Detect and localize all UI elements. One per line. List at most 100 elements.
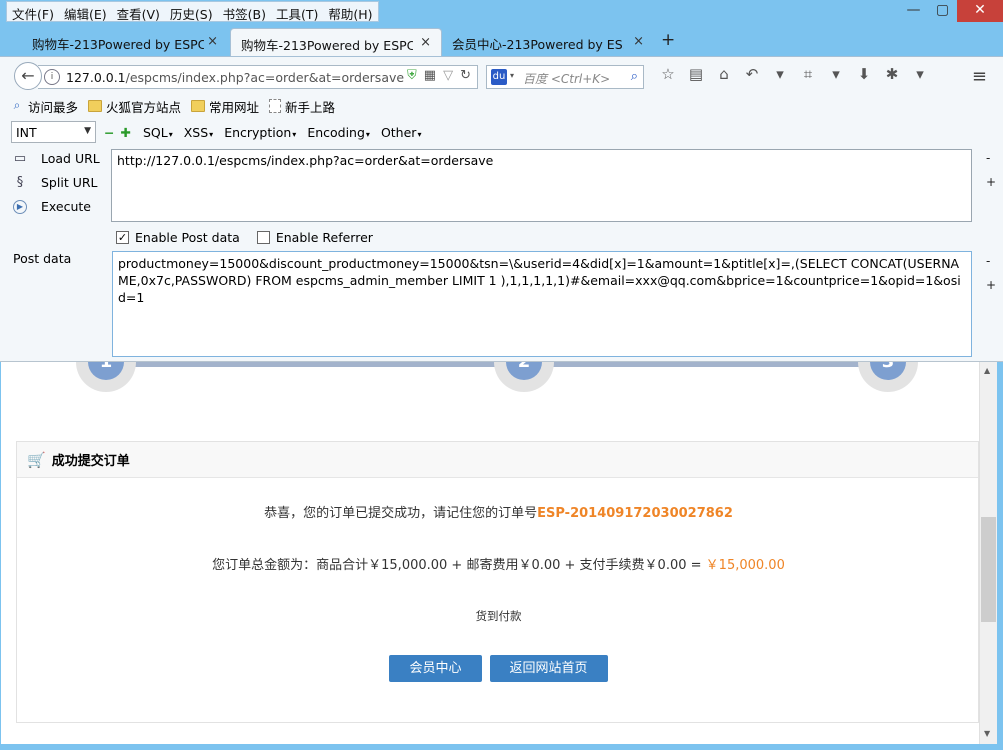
xss-menu[interactable]: XSS <box>184 125 213 140</box>
post-data-label: Post data <box>13 251 72 266</box>
chevron-down-icon[interactable]: ▾ <box>510 71 514 80</box>
enable-post-label: Enable Post data <box>135 230 240 245</box>
url-bar[interactable]: i 127.0.0.1/espcms/index.php?ac=order&at… <box>38 65 478 89</box>
success-message: 恭喜，您的订单已提交成功，请记住您的订单号ESP-201409172030027… <box>17 502 979 521</box>
page-scrollbar[interactable]: ▲ ▼ <box>979 362 997 744</box>
bookmark-most-visited[interactable]: ⌕ 访问最多 <box>10 94 78 118</box>
total-breakdown: 您订单总金额为：商品合计￥15,000.00 + 邮寄费用￥0.00 + 支付手… <box>212 558 706 573</box>
back-button[interactable]: ← <box>14 62 42 90</box>
order-total-line: 您订单总金额为：商品合计￥15,000.00 + 邮寄费用￥0.00 + 支付手… <box>17 554 979 573</box>
new-tab-button[interactable]: + <box>661 30 675 50</box>
page-content: 1 2 3 🛒 成功提交订单 恭喜，您的订单已提交成功，请记住您的订单号ESP-… <box>1 362 979 744</box>
search-engine-icon[interactable]: du <box>491 69 507 85</box>
reading-list-icon[interactable]: ▤ <box>682 65 710 83</box>
bookmark-firefox-site[interactable]: 火狐官方站点 <box>88 94 181 118</box>
tab-cart-1[interactable]: 购物车-213Powered by ESPC... × <box>10 28 228 56</box>
undo-icon[interactable]: ↶ <box>738 65 766 83</box>
checkbox-unchecked <box>256 231 270 244</box>
restore-button[interactable]: ▢ <box>928 0 957 22</box>
menu-help[interactable]: 帮助(H) <box>323 2 377 22</box>
site-info-icon[interactable]: i <box>44 69 60 85</box>
menu-strip: 文件(F) 编辑(E) 查看(V) 历史(S) 书签(B) 工具(T) 帮助(H… <box>6 1 379 22</box>
post-shrink-button[interactable]: - <box>986 254 990 268</box>
hackbar-toolbar: − ✚ SQL XSS Encryption Encoding Other <box>104 125 432 140</box>
search-input[interactable]: 百度 <Ctrl+K> <box>523 70 610 87</box>
chevron-down-icon[interactable]: ▾ <box>906 65 934 83</box>
tab-close-icon[interactable]: × <box>420 35 431 50</box>
search-bar[interactable]: du ▾ 百度 <Ctrl+K> ⌕ <box>486 65 644 89</box>
tab-cart-2-active[interactable]: 购物车-213Powered by ESPC... × <box>230 28 442 56</box>
chevron-down-icon[interactable]: ▾ <box>822 65 850 83</box>
qr-code-icon[interactable]: ▦ <box>424 68 436 83</box>
step-1: 1 <box>76 362 136 392</box>
url-expand-button[interactable]: + <box>986 175 996 189</box>
menu-icon[interactable]: ≡ <box>972 66 987 87</box>
folder-icon <box>191 100 206 112</box>
encryption-menu[interactable]: Encryption <box>224 125 296 140</box>
window-controls: — ▢ ✕ <box>899 0 1003 22</box>
menu-view[interactable]: 查看(V) <box>112 2 165 22</box>
decrease-icon[interactable]: − <box>104 125 114 140</box>
load-url-icon: ▭ <box>13 151 27 166</box>
bookmark-common-sites[interactable]: 常用网址 <box>191 94 259 118</box>
url-host: 127.0.0.1 <box>66 70 126 85</box>
chevron-down-icon[interactable]: ▾ <box>766 65 794 83</box>
menu-edit[interactable]: 编辑(E) <box>59 2 112 22</box>
bookmark-getting-started[interactable]: 新手上路 <box>269 94 335 118</box>
post-expand-button[interactable]: + <box>986 278 996 292</box>
bookmark-star-icon[interactable]: ☆ <box>654 65 682 83</box>
reload-icon[interactable]: ↻ <box>460 68 471 83</box>
tab-title: 购物车-213Powered by ESPC... <box>32 37 204 52</box>
navigation-bar: i 127.0.0.1/espcms/index.php?ac=order&at… <box>0 56 1003 94</box>
chevron-down-icon: ▼ <box>84 126 91 136</box>
dropdown-icon[interactable]: ▽ <box>443 68 453 83</box>
menu-history[interactable]: 历史(S) <box>165 2 218 22</box>
home-icon[interactable]: ⌂ <box>710 65 738 83</box>
type-select[interactable]: INT ▼ <box>11 121 96 143</box>
bookmarks-bar: ⌕ 访问最多 火狐官方站点 常用网址 新手上路 <box>0 94 1003 118</box>
load-url-label: Load URL <box>41 151 100 166</box>
enable-post-checkbox[interactable]: ✓ Enable Post data <box>116 230 240 245</box>
order-success-panel: 🛒 成功提交订单 恭喜，您的订单已提交成功，请记住您的订单号ESP-201409… <box>16 441 979 723</box>
back-home-button[interactable]: 返回网站首页 <box>489 655 608 682</box>
tab-member-center[interactable]: 会员中心-213Powered by ES... × <box>444 28 654 56</box>
shield-icon[interactable]: ⛨ <box>407 68 417 83</box>
close-window-button[interactable]: ✕ <box>957 0 1003 22</box>
download-icon[interactable]: ⬇ <box>850 65 878 83</box>
crop-icon[interactable]: ⌗ <box>794 65 822 83</box>
action-buttons: 会员中心 返回网站首页 <box>17 655 979 682</box>
bookmark-label: 访问最多 <box>28 99 79 115</box>
hackbar-panel: INT ▼ − ✚ SQL XSS Encryption Encoding Ot… <box>0 118 1003 362</box>
scroll-up-icon[interactable]: ▲ <box>984 366 990 375</box>
total-amount: ￥15,000.00 <box>705 558 785 573</box>
firebug-icon[interactable]: ✱ <box>878 65 906 83</box>
step-3: 3 <box>858 362 918 392</box>
encoding-menu[interactable]: Encoding <box>307 125 370 140</box>
scroll-thumb[interactable] <box>981 517 996 622</box>
url-shrink-button[interactable]: - <box>986 151 990 165</box>
menu-tools[interactable]: 工具(T) <box>271 2 323 22</box>
type-select-value: INT <box>16 125 37 140</box>
url-path: /espcms/index.php?ac=order&at=ordersave <box>125 70 405 85</box>
url-text[interactable]: 127.0.0.1/espcms/index.php?ac=order&at=o… <box>66 70 404 85</box>
url-textarea[interactable]: http://127.0.0.1/espcms/index.php?ac=ord… <box>111 149 972 222</box>
enable-referrer-checkbox[interactable]: Enable Referrer <box>256 230 373 245</box>
member-center-button[interactable]: 会员中心 <box>389 655 482 682</box>
tab-close-icon[interactable]: × <box>207 34 218 49</box>
scroll-down-icon[interactable]: ▼ <box>984 729 990 738</box>
payment-method: 货到付款 <box>475 609 522 623</box>
minimize-button[interactable]: — <box>899 0 928 22</box>
page-icon <box>269 99 282 113</box>
sql-menu[interactable]: SQL <box>143 125 173 140</box>
menu-file[interactable]: 文件(F) <box>7 2 59 22</box>
other-menu[interactable]: Other <box>381 125 422 140</box>
post-data-textarea[interactable]: productmoney=15000&discount_productmoney… <box>112 251 972 357</box>
load-url-button[interactable]: ▭ Load URL <box>11 151 100 166</box>
split-url-button[interactable]: § Split URL <box>11 175 98 190</box>
url-icons: ⛨ ▦ ▽ ↻ <box>407 68 471 83</box>
execute-button[interactable]: ▶ Execute <box>11 198 91 214</box>
search-icon[interactable]: ⌕ <box>631 69 638 84</box>
increase-icon[interactable]: ✚ <box>120 125 130 140</box>
menu-bookmarks[interactable]: 书签(B) <box>218 2 271 22</box>
tab-close-icon[interactable]: × <box>633 34 644 49</box>
